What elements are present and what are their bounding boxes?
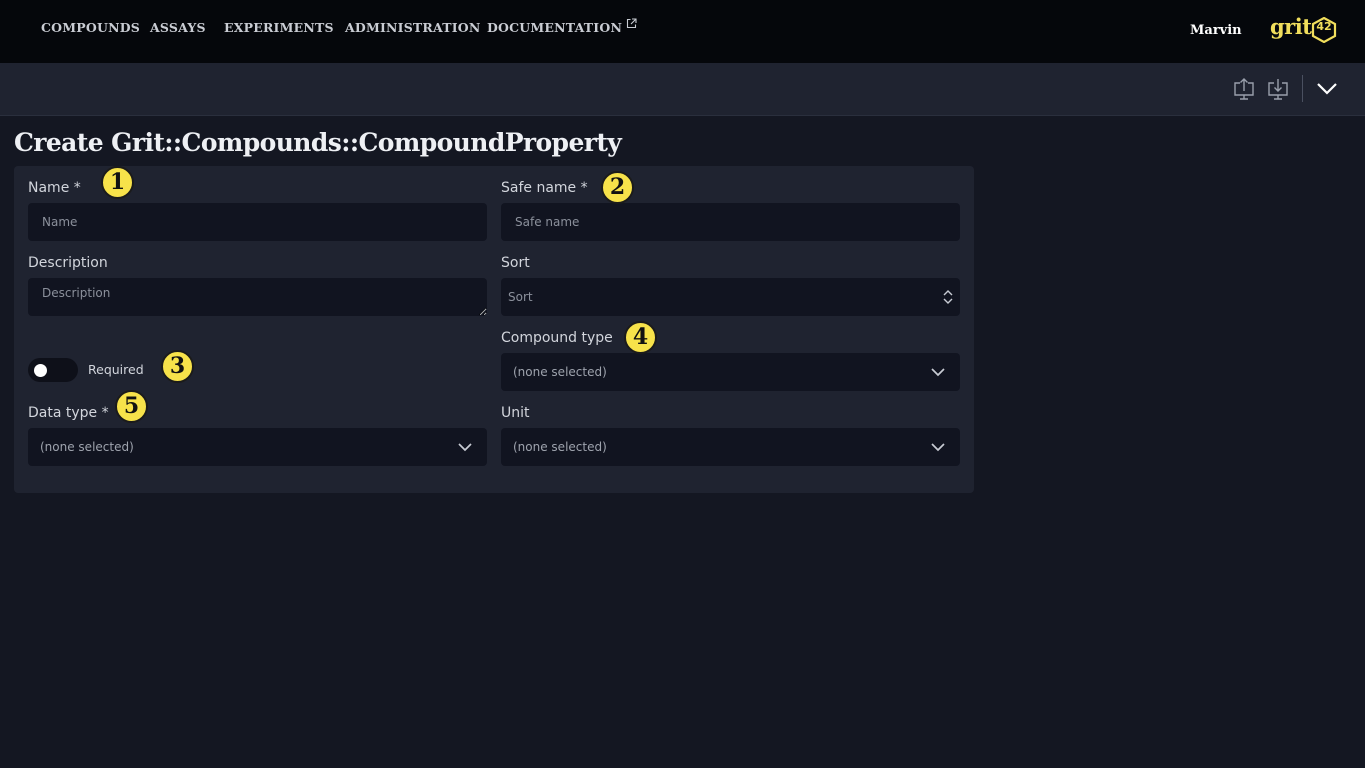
description-label: Description xyxy=(28,255,108,271)
description-textarea[interactable] xyxy=(28,278,487,316)
toggle-knob xyxy=(34,364,47,377)
logo-number: 42 xyxy=(1316,20,1332,33)
toolbar-divider xyxy=(1302,75,1303,102)
required-label: Required xyxy=(88,362,144,377)
data-type-value: (none selected) xyxy=(40,440,134,454)
data-type-select[interactable]: (none selected) xyxy=(28,428,487,466)
sort-field xyxy=(501,278,960,316)
chevron-down-icon xyxy=(931,368,945,377)
name-input[interactable] xyxy=(28,203,487,241)
required-toggle[interactable] xyxy=(28,358,78,382)
collapse-button[interactable] xyxy=(1315,77,1339,101)
sort-input[interactable] xyxy=(501,278,960,316)
sort-label: Sort xyxy=(501,255,530,271)
nav-documentation-label: DOCUMENTATION xyxy=(487,20,623,35)
nav-documentation[interactable]: DOCUMENTATION xyxy=(487,18,637,36)
nav-compounds[interactable]: COMPOUNDS xyxy=(41,20,140,36)
user-menu[interactable]: Marvin xyxy=(1190,23,1242,38)
chevron-down-icon xyxy=(1317,83,1337,95)
annotation-badge-3: 3 xyxy=(161,350,194,383)
nav-assays[interactable]: ASSAYS xyxy=(150,20,206,36)
safe-name-label: Safe name * xyxy=(501,180,588,196)
spinner-arrows-icon[interactable] xyxy=(942,289,954,305)
grit42-logo[interactable]: grit 42 xyxy=(1270,14,1337,44)
chevron-down-icon xyxy=(458,443,472,452)
unit-label: Unit xyxy=(501,405,530,421)
page-title: Create Grit::Compounds::CompoundProperty xyxy=(14,128,622,157)
logo-text: grit xyxy=(1270,14,1312,39)
unit-select[interactable]: (none selected) xyxy=(501,428,960,466)
chevron-down-icon xyxy=(931,443,945,452)
upload-icon xyxy=(1234,78,1254,100)
data-type-label: Data type * xyxy=(28,405,109,421)
annotation-badge-5: 5 xyxy=(115,390,148,423)
download-button[interactable] xyxy=(1266,77,1290,101)
annotation-badge-1: 1 xyxy=(101,166,134,199)
top-navigation: COMPOUNDS ASSAYS EXPERIMENTS ADMINISTRAT… xyxy=(0,0,1365,63)
download-icon xyxy=(1268,79,1288,100)
nav-administration[interactable]: ADMINISTRATION xyxy=(345,20,481,36)
annotation-badge-4: 4 xyxy=(624,321,657,354)
unit-value: (none selected) xyxy=(513,440,607,454)
compound-type-label: Compound type xyxy=(501,330,613,346)
safe-name-input[interactable] xyxy=(501,203,960,241)
compound-type-value: (none selected) xyxy=(513,365,607,379)
compound-type-select[interactable]: (none selected) xyxy=(501,353,960,391)
toolbar xyxy=(0,63,1365,116)
external-link-icon xyxy=(627,18,637,29)
upload-button[interactable] xyxy=(1232,77,1256,101)
annotation-badge-2: 2 xyxy=(601,171,634,204)
nav-experiments[interactable]: EXPERIMENTS xyxy=(224,20,334,36)
name-label: Name * xyxy=(28,180,81,196)
